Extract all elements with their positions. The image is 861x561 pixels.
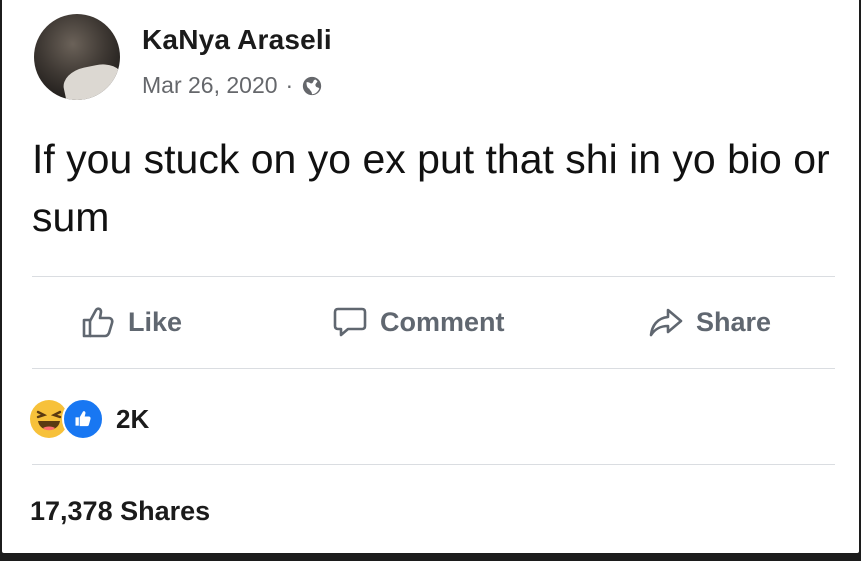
meta-separator: · xyxy=(285,72,294,98)
post-body-text: If you stuck on yo ex put that shi in yo… xyxy=(32,136,830,240)
divider-middle xyxy=(32,368,835,369)
shares-count[interactable]: 17,378 Shares xyxy=(30,496,210,527)
share-button[interactable]: Share xyxy=(648,304,771,340)
post-card: KaNya Araseli Mar 26, 2020 · If you stuc… xyxy=(2,0,859,553)
comment-button[interactable]: Comment xyxy=(332,304,505,340)
globe-icon xyxy=(301,75,323,97)
comment-label: Comment xyxy=(380,306,505,337)
author-name[interactable]: KaNya Araseli xyxy=(142,24,332,56)
action-bar: Like Comment Share xyxy=(32,288,832,362)
divider-top xyxy=(32,276,835,277)
post-date[interactable]: Mar 26, 2020 xyxy=(142,72,278,99)
like-button[interactable]: Like xyxy=(80,304,182,340)
reaction-count: 2K xyxy=(116,403,150,434)
share-label: Share xyxy=(696,306,772,337)
like-label: Like xyxy=(128,306,183,337)
like-reaction-icon xyxy=(62,398,104,440)
reaction-summary[interactable]: 2K xyxy=(30,398,149,440)
share-arrow-icon xyxy=(649,308,683,337)
comment-bubble-icon xyxy=(333,307,367,337)
author-avatar[interactable] xyxy=(34,14,120,100)
thumbs-up-icon xyxy=(82,307,114,338)
post-meta: Mar 26, 2020 · xyxy=(142,72,323,99)
divider-bottom xyxy=(32,464,835,465)
